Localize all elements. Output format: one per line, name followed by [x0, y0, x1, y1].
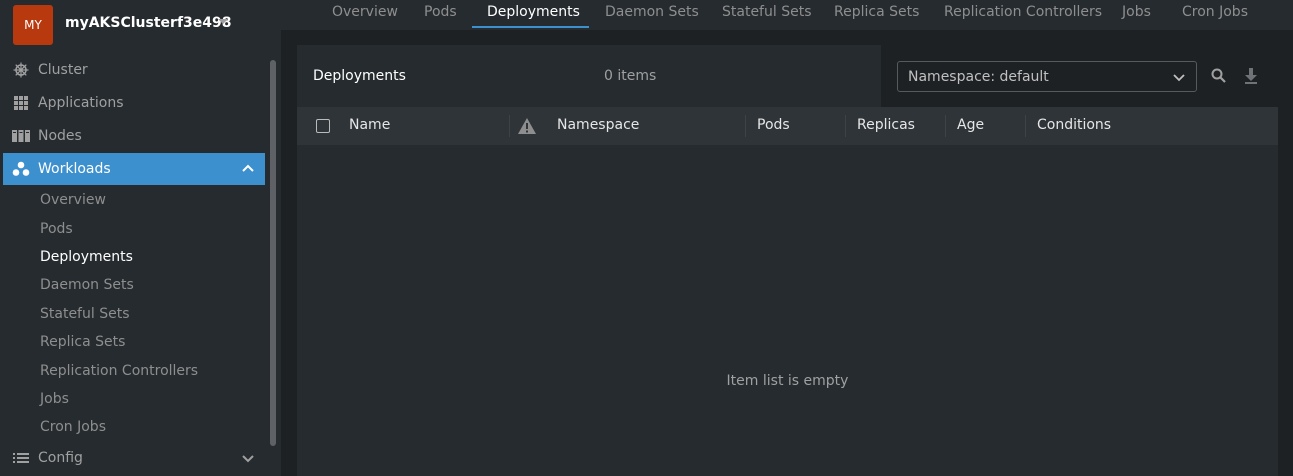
sidebar-subitem-cron-jobs[interactable]: Cron Jobs [40, 419, 106, 435]
main-panel: Deployments 0 items Namespace: default N… [297, 45, 1278, 476]
tab-pods[interactable]: Pods [424, 4, 457, 20]
column-header-pods[interactable]: Pods [757, 117, 790, 133]
column-divider [845, 115, 846, 137]
tab-replica-sets[interactable]: Replica Sets [834, 4, 919, 20]
tab-daemon-sets[interactable]: Daemon Sets [605, 4, 699, 20]
sidebar-subitem-stateful-sets[interactable]: Stateful Sets [40, 306, 129, 322]
active-tab-indicator [472, 26, 589, 28]
sidebar-item-label: Cluster [38, 62, 88, 78]
sidebar-item-cluster[interactable]: Cluster [3, 54, 265, 86]
column-divider [1025, 115, 1026, 137]
namespace-select[interactable]: Namespace: default [897, 61, 1197, 92]
toolbar-actions: Namespace: default [881, 45, 1278, 107]
column-divider [509, 115, 510, 137]
column-header-age[interactable]: Age [957, 117, 984, 133]
sidebar-subitem-replication-controllers[interactable]: Replication Controllers [40, 363, 198, 379]
sidebar-subitem-daemon-sets[interactable]: Daemon Sets [40, 277, 134, 293]
chevron-down-icon [1173, 74, 1185, 82]
chevron-up-icon[interactable] [241, 162, 255, 176]
tab-bar: Overview Pods Deployments Daemon Sets St… [281, 0, 1293, 30]
sidebar-item-workloads[interactable]: Workloads [3, 153, 265, 185]
sidebar-subitem-overview[interactable]: Overview [40, 192, 106, 208]
sidebar-item-label: Workloads [38, 161, 111, 177]
tab-deployments[interactable]: Deployments [487, 4, 580, 20]
sidebar-item-applications[interactable]: Applications [3, 87, 265, 119]
list-icon [12, 449, 30, 467]
namespace-select-value: Namespace: default [908, 68, 1049, 85]
page-title: Deployments [313, 68, 406, 84]
cluster-name[interactable]: myAKSClusterf3e498 [65, 15, 232, 31]
column-header-conditions[interactable]: Conditions [1037, 117, 1111, 133]
workloads-icon [12, 160, 30, 178]
caret-down-icon[interactable] [218, 19, 228, 24]
sidebar-subitem-jobs[interactable]: Jobs [40, 391, 69, 407]
cluster-header[interactable]: MY myAKSClusterf3e498 [0, 0, 281, 50]
search-icon[interactable] [1210, 67, 1228, 85]
tab-overview[interactable]: Overview [332, 4, 398, 20]
select-all-checkbox[interactable] [316, 119, 330, 133]
download-icon[interactable] [1242, 67, 1260, 85]
sidebar-subitem-pods[interactable]: Pods [40, 221, 73, 237]
column-header-name[interactable]: Name [349, 117, 390, 133]
column-divider [945, 115, 946, 137]
sidebar-item-label: Config [38, 450, 83, 466]
empty-list-message: Item list is empty [726, 373, 849, 389]
tab-stateful-sets[interactable]: Stateful Sets [722, 4, 811, 20]
tab-cron-jobs[interactable]: Cron Jobs [1182, 4, 1248, 20]
item-count: 0 items [604, 68, 657, 84]
sidebar-scrollbar[interactable] [270, 60, 276, 446]
sidebar-item-config[interactable]: Config [3, 442, 265, 474]
table-body: Item list is empty [297, 145, 1278, 476]
chevron-down-icon[interactable] [241, 451, 255, 465]
avatar[interactable]: MY [13, 5, 53, 45]
column-divider [745, 115, 746, 137]
sidebar-subitem-replica-sets[interactable]: Replica Sets [40, 334, 125, 350]
sidebar: MY myAKSClusterf3e498 Cluster Applicatio… [0, 0, 281, 476]
sidebar-item-nodes[interactable]: Nodes [3, 120, 265, 152]
sidebar-subitem-deployments[interactable]: Deployments [40, 249, 133, 265]
column-header-replicas[interactable]: Replicas [857, 117, 915, 133]
tab-jobs[interactable]: Jobs [1122, 4, 1151, 20]
sidebar-item-label: Nodes [38, 128, 82, 144]
nodes-icon [12, 127, 30, 145]
grid-icon [12, 94, 30, 112]
table-header: Name Namespace Pods Replicas Age Conditi… [297, 107, 1278, 145]
sidebar-item-label: Applications [38, 95, 124, 111]
column-header-namespace[interactable]: Namespace [557, 117, 639, 133]
warning-icon [518, 118, 536, 134]
tab-replication-controllers[interactable]: Replication Controllers [944, 4, 1102, 20]
helm-icon [12, 61, 30, 79]
panel-toolbar: Deployments 0 items [297, 45, 881, 107]
